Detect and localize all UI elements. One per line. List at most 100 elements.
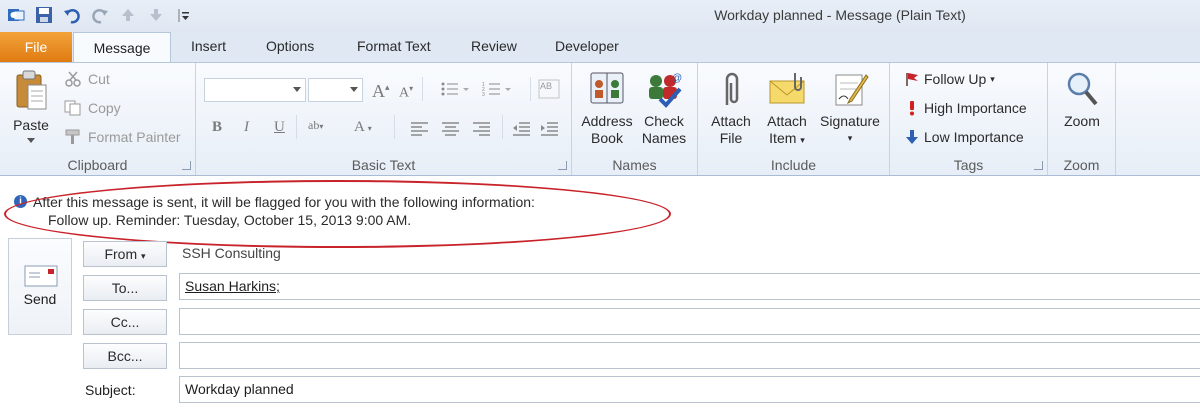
copy-label: Copy bbox=[88, 100, 121, 116]
basic-text-dialog-launcher[interactable] bbox=[558, 161, 567, 170]
italic-icon[interactable]: I bbox=[244, 119, 249, 136]
exclamation-icon bbox=[910, 101, 914, 116]
paste-label: Paste bbox=[13, 117, 49, 133]
check-names-label-1: Check bbox=[644, 113, 684, 129]
tags-group-label: Tags bbox=[953, 157, 984, 173]
svg-text:AB: AB bbox=[540, 81, 552, 91]
address-book-button[interactable]: Address Book bbox=[578, 69, 636, 147]
down-arrow-icon[interactable] bbox=[146, 5, 166, 25]
attach-item-button[interactable]: Attach Item ▾ bbox=[760, 69, 814, 149]
paperclip-icon bbox=[725, 72, 739, 105]
font-name-combo[interactable] bbox=[204, 78, 306, 102]
tab-insert[interactable]: Insert bbox=[191, 38, 226, 54]
divider bbox=[296, 115, 297, 139]
names-group: Address Book @ Check Names Names bbox=[572, 63, 698, 175]
attach-file-label-2: File bbox=[719, 130, 743, 146]
increase-indent-icon[interactable] bbox=[540, 121, 560, 140]
tags-group: Follow Up ▾ High Importance Low Importan… bbox=[890, 63, 1048, 175]
bold-icon[interactable]: B bbox=[212, 119, 222, 136]
follow-up-label: Follow Up bbox=[924, 71, 987, 87]
tab-format-text[interactable]: Format Text bbox=[357, 38, 431, 54]
divider bbox=[502, 115, 503, 139]
low-importance-button[interactable]: Low Importance bbox=[904, 129, 1024, 145]
align-right-icon[interactable] bbox=[472, 121, 492, 140]
shrink-font-icon[interactable]: A▾ bbox=[399, 84, 413, 102]
to-field[interactable]: Susan Harkins; bbox=[179, 273, 1200, 300]
attach-file-button[interactable]: Attach File bbox=[706, 69, 756, 147]
tags-dialog-launcher[interactable] bbox=[1034, 161, 1043, 170]
bcc-button[interactable]: Bcc... bbox=[83, 343, 167, 369]
format-painter-icon bbox=[65, 129, 80, 144]
flag-icon bbox=[906, 73, 918, 86]
signature-label: Signature bbox=[820, 113, 880, 129]
copy-button[interactable]: Copy bbox=[64, 100, 121, 116]
signature-dropdown-arrow[interactable]: ▾ bbox=[814, 130, 886, 147]
tab-review[interactable]: Review bbox=[471, 38, 517, 54]
undo-icon[interactable] bbox=[62, 5, 82, 25]
check-names-button[interactable]: @ Check Names bbox=[638, 69, 690, 147]
send-button[interactable]: Send bbox=[8, 238, 72, 335]
customize-icon[interactable] bbox=[174, 5, 194, 25]
decrease-indent-icon[interactable] bbox=[512, 121, 532, 140]
address-book-icon bbox=[590, 72, 624, 104]
follow-up-button[interactable]: Follow Up ▾ bbox=[904, 71, 995, 87]
align-left-icon[interactable] bbox=[410, 121, 430, 140]
address-book-label-2: Book bbox=[591, 130, 623, 146]
high-importance-button[interactable]: High Importance bbox=[904, 100, 1027, 116]
save-icon[interactable] bbox=[34, 5, 54, 25]
annotation-oval bbox=[4, 180, 671, 248]
paste-button[interactable]: Paste bbox=[8, 69, 54, 143]
tab-options[interactable]: Options bbox=[266, 38, 314, 54]
tab-developer[interactable]: Developer bbox=[555, 38, 619, 54]
magnifier-icon bbox=[1067, 72, 1098, 106]
outlook-icon[interactable] bbox=[6, 5, 26, 25]
clipboard-group-label: Clipboard bbox=[67, 157, 128, 173]
divider bbox=[530, 77, 531, 101]
paste-icon bbox=[16, 70, 47, 110]
highlight-icon[interactable]: ab▾ bbox=[308, 118, 323, 133]
paste-dropdown-arrow[interactable] bbox=[27, 138, 35, 143]
basic-text-group: A▴ A▾ 123 AB B I U ab▾ A ▾ Basic Text bbox=[196, 63, 572, 175]
from-value: SSH Consulting bbox=[182, 245, 281, 261]
copy-icon bbox=[64, 100, 81, 116]
up-arrow-icon[interactable] bbox=[118, 5, 138, 25]
tab-file[interactable]: File bbox=[0, 32, 72, 62]
bcc-field[interactable] bbox=[179, 342, 1200, 369]
styles-icon[interactable]: AB bbox=[538, 79, 560, 102]
to-recipient[interactable]: Susan Harkins; bbox=[185, 278, 280, 294]
underline-icon[interactable]: U bbox=[274, 119, 285, 136]
zoom-button[interactable]: Zoom bbox=[1056, 69, 1108, 130]
divider bbox=[422, 77, 423, 101]
format-painter-button[interactable]: Format Painter bbox=[64, 129, 181, 145]
grow-font-icon[interactable]: A▴ bbox=[372, 81, 390, 102]
cut-button[interactable]: Cut bbox=[64, 71, 110, 87]
envelope-icon bbox=[769, 73, 805, 104]
clipboard-dialog-launcher[interactable] bbox=[182, 161, 191, 170]
from-button[interactable]: From ▾ bbox=[83, 241, 167, 267]
down-arrow-blue-icon bbox=[906, 130, 918, 144]
attach-item-label-1: Attach bbox=[767, 113, 807, 129]
svg-text:@: @ bbox=[672, 73, 682, 84]
cc-field[interactable] bbox=[179, 308, 1200, 335]
chevron-down-icon: ▾ bbox=[990, 73, 995, 84]
check-names-icon: @ bbox=[649, 73, 682, 108]
zoom-label: Zoom bbox=[1064, 113, 1100, 129]
send-envelope-icon bbox=[24, 265, 58, 287]
chevron-down-icon bbox=[293, 87, 301, 92]
cc-button[interactable]: Cc... bbox=[83, 309, 167, 335]
align-center-icon[interactable] bbox=[441, 121, 461, 140]
tab-message[interactable]: Message bbox=[73, 32, 171, 63]
font-color-icon[interactable]: A ▾ bbox=[354, 119, 372, 136]
bullets-icon[interactable] bbox=[440, 81, 470, 100]
to-button[interactable]: To... bbox=[83, 275, 167, 301]
numbering-icon[interactable]: 123 bbox=[482, 81, 512, 100]
redo-icon[interactable] bbox=[90, 5, 110, 25]
subject-field[interactable]: Workday planned bbox=[179, 376, 1200, 403]
signature-icon bbox=[835, 74, 869, 106]
font-size-combo[interactable] bbox=[308, 78, 363, 102]
signature-button[interactable]: Signature ▾ bbox=[814, 69, 886, 147]
format-painter-label: Format Painter bbox=[88, 129, 181, 145]
zoom-group-label: Zoom bbox=[1063, 157, 1100, 173]
basic-text-group-label: Basic Text bbox=[351, 157, 416, 173]
send-label: Send bbox=[23, 291, 57, 307]
